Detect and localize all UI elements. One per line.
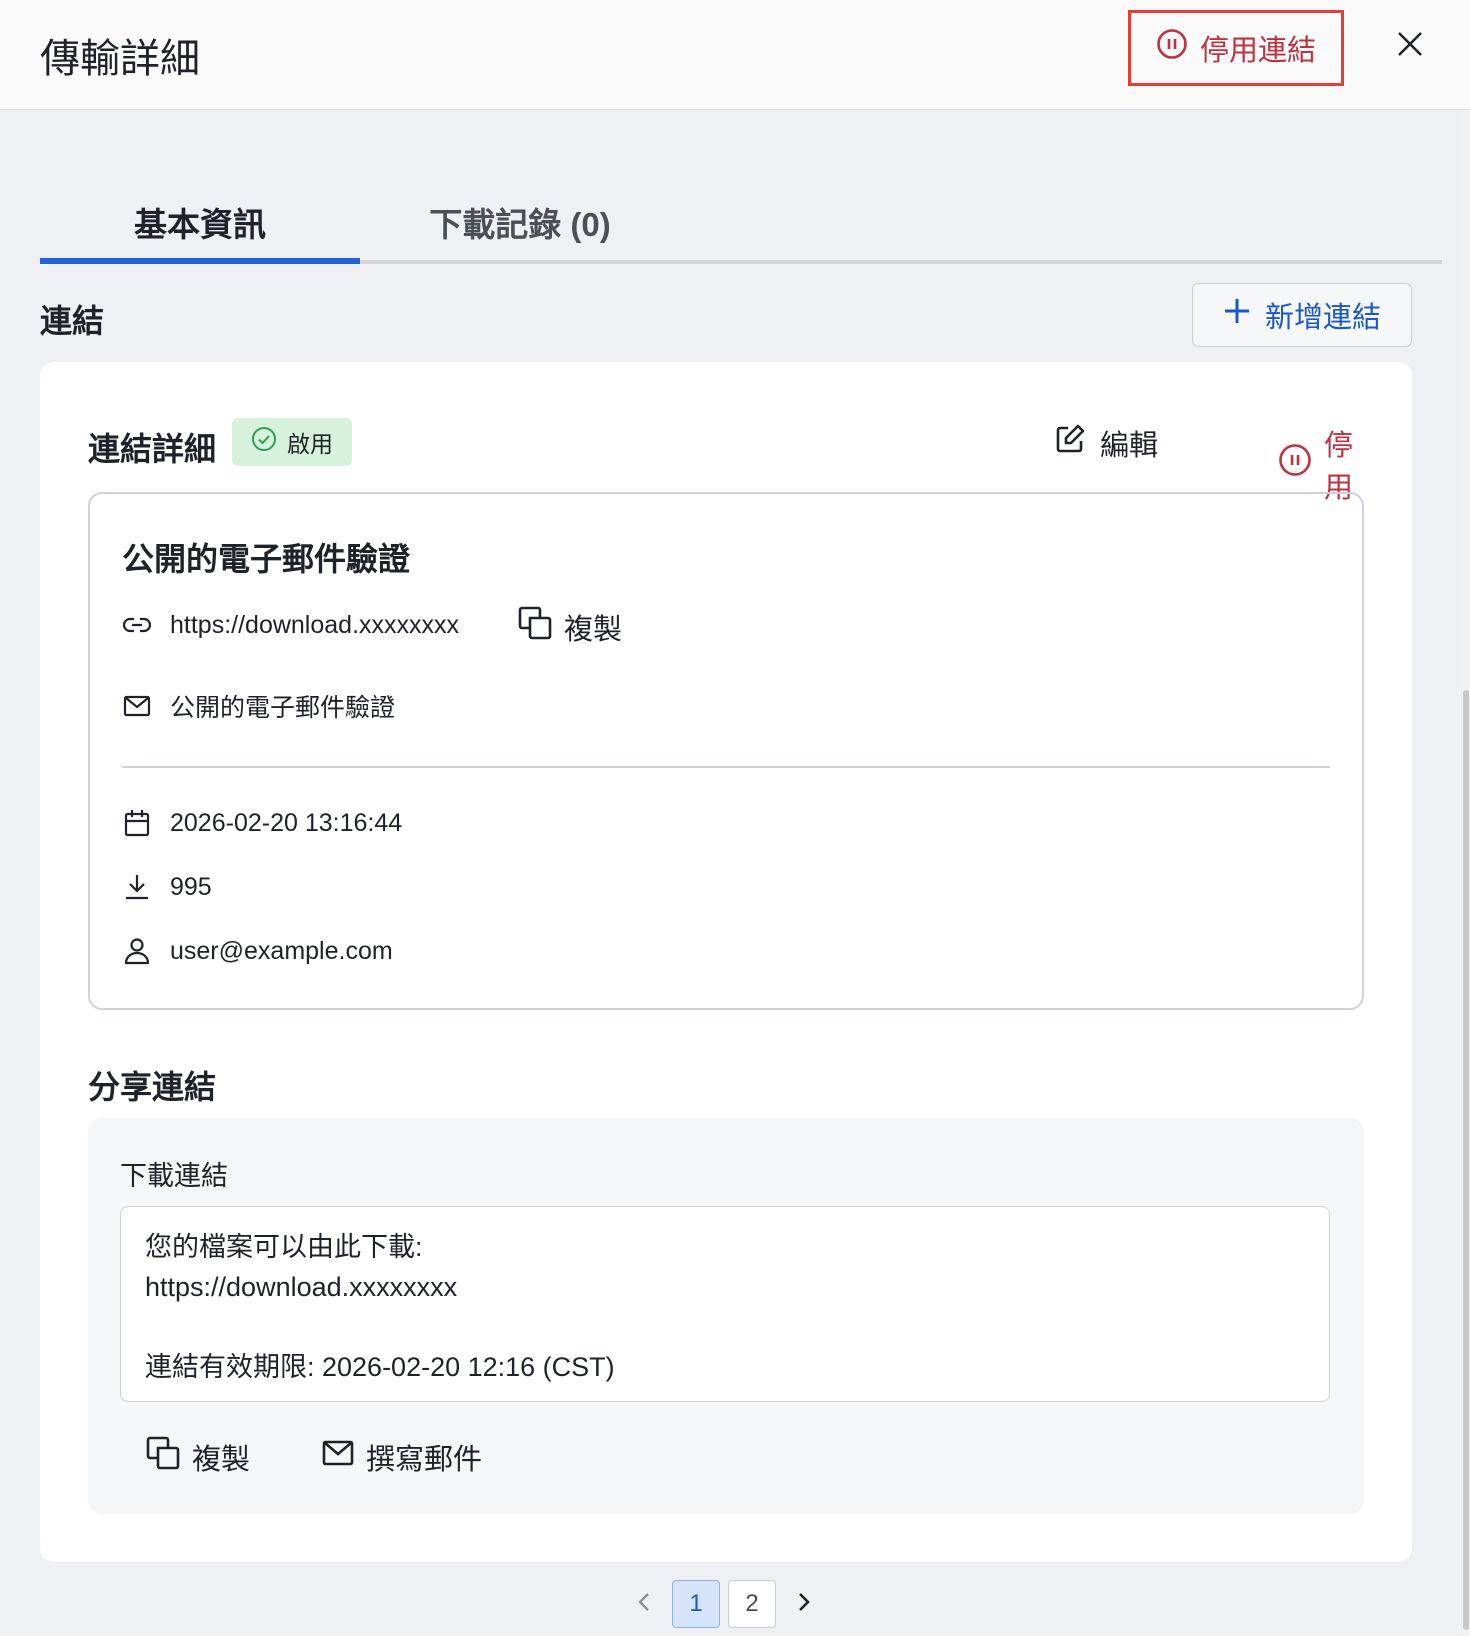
- compose-email-label: 撰寫郵件: [366, 1444, 483, 1476]
- expiry-datetime: 2026-02-20 13:16:44: [170, 808, 403, 837]
- copy-label: 複製: [564, 614, 623, 646]
- chevron-right-icon: [796, 1591, 812, 1618]
- link-detail-title: 連結詳細: [88, 431, 217, 467]
- divider: [122, 766, 1330, 768]
- mail-icon: [122, 691, 152, 721]
- link-info-box: 公開的電子郵件驗證 https://download.xxxxxxxx 複製 公…: [88, 492, 1364, 1010]
- link-card: 連結詳細 啟用 編輯 停用 公開的電子郵件驗證 https://download…: [40, 362, 1412, 1562]
- prev-page-button[interactable]: [624, 1580, 664, 1628]
- link-name: 公開的電子郵件驗證: [122, 541, 411, 577]
- copy-message-button[interactable]: 複製: [146, 1436, 250, 1478]
- download-count: 995: [170, 872, 212, 901]
- share-field-label: 下載連結: [120, 1161, 228, 1191]
- edit-label: 編輯: [1100, 430, 1159, 462]
- check-circle-icon: [251, 426, 277, 458]
- access-type-row: 公開的電子郵件驗證: [122, 688, 395, 724]
- plus-icon: [1223, 297, 1251, 333]
- tab-bar: 基本資訊 下載記錄 (0): [40, 180, 1442, 264]
- dialog-title: 傳輸詳細: [40, 37, 200, 81]
- calendar-icon: [122, 808, 152, 838]
- creator-row: user@example.com: [122, 936, 393, 966]
- share-section-title: 分享連結: [88, 1069, 217, 1105]
- pause-circle-icon: [1278, 443, 1312, 485]
- link-url: https://download.xxxxxxxx: [170, 610, 460, 639]
- expiry-row: 2026-02-20 13:16:44: [122, 808, 402, 838]
- status-label: 啟用: [287, 431, 333, 457]
- links-section-title: 連結: [40, 303, 105, 339]
- copy-icon: [518, 606, 552, 648]
- link-url-row: https://download.xxxxxxxx: [122, 610, 459, 640]
- compose-email-button[interactable]: 撰寫郵件: [322, 1436, 482, 1478]
- dialog-header: 傳輸詳細 停用連結: [0, 0, 1470, 110]
- download-icon: [122, 872, 152, 902]
- close-button[interactable]: [1390, 26, 1430, 66]
- pause-circle-icon: [1156, 28, 1188, 68]
- tab-basic-info[interactable]: 基本資訊: [40, 180, 360, 264]
- link-icon: [122, 610, 152, 640]
- share-message-textarea[interactable]: 您的檔案可以由此下載: https://download.xxxxxxxx 連結…: [120, 1206, 1330, 1402]
- page-button-2[interactable]: 2: [728, 1580, 776, 1628]
- disable-link-button[interactable]: 停用連結: [1128, 10, 1344, 86]
- pagination: 1 2: [624, 1580, 824, 1628]
- share-actions: 複製 撰寫郵件: [146, 1436, 482, 1478]
- copy-url-button[interactable]: 複製: [518, 606, 622, 648]
- copy-message-label: 複製: [192, 1444, 251, 1476]
- access-type: 公開的電子郵件驗證: [170, 694, 396, 722]
- add-link-button[interactable]: 新增連結: [1192, 283, 1412, 347]
- user-icon: [122, 936, 152, 966]
- mail-icon: [322, 1439, 354, 1475]
- scrollbar-thumb[interactable]: [1463, 690, 1469, 1630]
- edit-button[interactable]: 編輯: [1054, 422, 1158, 464]
- close-icon: [1395, 29, 1425, 64]
- share-box: 下載連結 您的檔案可以由此下載: https://download.xxxxxx…: [88, 1118, 1364, 1514]
- active-tab-indicator: [40, 258, 360, 264]
- add-link-label: 新增連結: [1264, 302, 1381, 334]
- edit-icon: [1054, 423, 1086, 463]
- creator-email: user@example.com: [170, 936, 393, 965]
- download-count-row: 995: [122, 872, 212, 902]
- page-button-1[interactable]: 1: [672, 1580, 720, 1628]
- status-badge: 啟用: [232, 418, 352, 466]
- link-detail-header: 連結詳細 啟用 編輯 停用: [88, 418, 1368, 504]
- chevron-left-icon: [636, 1591, 652, 1618]
- disable-link-label: 停用連結: [1199, 35, 1316, 67]
- next-page-button[interactable]: [784, 1580, 824, 1628]
- copy-icon: [146, 1436, 180, 1478]
- tab-download-log[interactable]: 下載記錄 (0): [360, 180, 680, 264]
